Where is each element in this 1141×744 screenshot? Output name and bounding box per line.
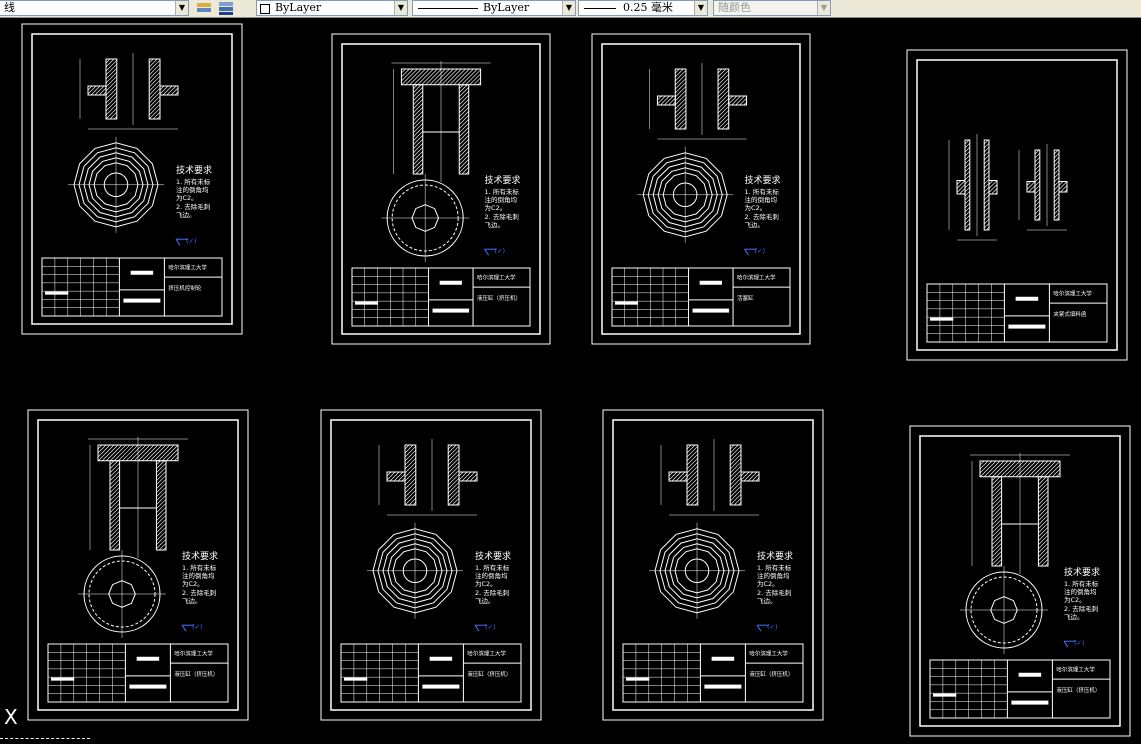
tech-note-line: 2. 去除毛刺 — [176, 202, 210, 211]
tech-note-line: 1. 所有未标 — [475, 563, 510, 572]
tech-requirements-title: 技术要求 — [485, 174, 521, 186]
tech-requirements-title: 技术要求 — [745, 174, 781, 186]
title-block: 哈尔滨理工大学液压缸（挤压机） — [351, 267, 531, 327]
drawing-sheet-6[interactable]: 技术要求1. 所有未标注的倒角均为C2。2. 去除毛刺飞边。 (✓) 哈尔滨理工大学… — [320, 409, 542, 721]
drawing-sheet-7[interactable]: 技术要求1. 所有未标注的倒角均为C2。2. 去除毛刺飞边。 (✓) 哈尔滨理工大学… — [602, 409, 824, 721]
tech-note-line: 注的倒角均 — [1064, 587, 1097, 596]
drawing-sheet-4[interactable]: 哈尔滨理工大学夹紧式填料函 — [906, 49, 1128, 361]
roughness-symbol: (✓) — [495, 247, 506, 255]
tech-note-line: 1. 所有未标 — [1064, 579, 1099, 588]
tech-note-line: 2. 去除毛刺 — [757, 588, 791, 597]
title-block: 哈尔滨理工大学液压缸（挤压机） — [929, 659, 1111, 719]
tech-note-line: 飞边。 — [475, 597, 495, 605]
tech-requirements-title: 技术要求 — [182, 550, 218, 562]
tech-note-line: 注的倒角均 — [176, 185, 209, 194]
title-block: 哈尔滨理工大学挤压机控制轮 — [41, 257, 223, 317]
school-name: 哈尔滨理工大学 — [467, 650, 506, 658]
tech-note-line: 1. 所有未标 — [757, 563, 792, 572]
tech-note-line: 注的倒角均 — [182, 571, 215, 580]
tech-requirements-title: 技术要求 — [176, 164, 212, 176]
part-name: 液压缸（挤压机） — [467, 670, 511, 678]
title-block: 哈尔滨理工大学夹紧式填料函 — [926, 283, 1108, 343]
school-name: 哈尔滨理工大学 — [1053, 290, 1092, 298]
drawing-sheet-3[interactable]: 技术要求1. 所有未标注的倒角均为C2。2. 去除毛刺飞边。 (✓) 哈尔滨理工大学… — [591, 33, 811, 345]
roughness-symbol: (✓) — [767, 623, 778, 631]
school-name: 哈尔滨理工大学 — [737, 274, 776, 282]
tech-note-line: 为C2。 — [1064, 595, 1086, 604]
title-block: 哈尔滨理工大学活塞缸 — [611, 267, 791, 327]
tech-note-line: 为C2。 — [182, 579, 204, 588]
roughness-symbol: (✓) — [186, 237, 197, 245]
school-name: 哈尔滨理工大学 — [174, 650, 213, 658]
tech-note-line: 注的倒角均 — [745, 195, 778, 204]
part-name: 夹紧式填料函 — [1053, 310, 1087, 318]
school-name: 哈尔滨理工大学 — [749, 650, 788, 658]
tech-note-line: 2. 去除毛刺 — [1064, 604, 1098, 613]
title-block: 哈尔滨理工大学液压缸（挤压机） — [622, 643, 804, 703]
part-name: 挤压机控制轮 — [168, 284, 202, 292]
tech-requirements-title: 技术要求 — [475, 550, 511, 562]
tech-note-line: 2. 去除毛刺 — [485, 212, 519, 221]
tech-note-line: 为C2。 — [757, 579, 779, 588]
part-name: 液压缸（挤压机） — [174, 670, 218, 678]
tech-note-line: 飞边。 — [485, 221, 505, 229]
school-name: 哈尔滨理工大学 — [168, 264, 207, 272]
tech-note-line: 1. 所有未标 — [182, 563, 217, 572]
tech-note-line: 飞边。 — [1064, 613, 1084, 621]
tech-note-line: 为C2。 — [485, 203, 507, 212]
roughness-symbol: (✓) — [755, 247, 766, 255]
roughness-symbol: (✓) — [1074, 639, 1085, 647]
tech-note-line: 飞边。 — [176, 211, 196, 219]
tech-note-line: 注的倒角均 — [757, 571, 790, 580]
tech-note-line: 1. 所有未标 — [745, 187, 780, 196]
drawing-canvas[interactable]: 技术要求1. 所有未标注的倒角均为C2。2. 去除毛刺飞边。(✓)哈尔滨理工大学… — [0, 0, 1141, 743]
part-name: 液压缸（挤压机） — [477, 294, 521, 302]
title-block: 哈尔滨理工大学液压缸（挤压机） — [47, 643, 229, 703]
tech-note-line: 注的倒角均 — [485, 195, 518, 204]
roughness-symbol: (✓) — [485, 623, 496, 631]
tech-note-line: 2. 去除毛刺 — [745, 212, 779, 221]
part-name: 活塞缸 — [737, 294, 754, 302]
ucs-axis-label: X — [4, 705, 18, 729]
tech-note-line: 为C2。 — [475, 579, 497, 588]
drawing-sheet-1[interactable]: 技术要求1. 所有未标注的倒角均为C2。2. 去除毛刺飞边。 (✓) 哈尔滨理工大学… — [21, 23, 243, 335]
drawing-sheet-8[interactable]: 技术要求1. 所有未标注的倒角均为C2。2. 去除毛刺飞边。 (✓) 哈尔滨理工大学… — [909, 425, 1131, 737]
tech-note-line: 2. 去除毛刺 — [182, 588, 216, 597]
tech-note-line: 飞边。 — [757, 597, 777, 605]
part-name: 液压缸（挤压机） — [749, 670, 793, 678]
tech-note-line: 为C2。 — [745, 203, 767, 212]
tech-requirements-title: 技术要求 — [1064, 566, 1100, 578]
tech-note-line: 飞边。 — [745, 221, 765, 229]
tech-note-line: 注的倒角均 — [475, 571, 508, 580]
drawing-sheet-2[interactable]: 技术要求1. 所有未标注的倒角均为C2。2. 去除毛刺飞边。 (✓) 哈尔滨理工大学… — [331, 33, 551, 345]
tech-note-line: 2. 去除毛刺 — [475, 588, 509, 597]
ucs-axis-line — [0, 738, 90, 744]
tech-note-line: 飞边。 — [182, 597, 202, 605]
school-name: 哈尔滨理工大学 — [1056, 666, 1095, 674]
title-block: 哈尔滨理工大学液压缸（挤压机） — [340, 643, 522, 703]
part-name: 液压缸（挤压机） — [1056, 686, 1100, 694]
tech-note-line: 为C2。 — [176, 193, 198, 202]
drawing-sheet-5[interactable]: 技术要求1. 所有未标注的倒角均为C2。2. 去除毛刺飞边。 (✓) 哈尔滨理工大学… — [27, 409, 249, 721]
school-name: 哈尔滨理工大学 — [477, 274, 516, 282]
tech-note-line: 1. 所有未标 — [176, 177, 211, 186]
tech-requirements-title: 技术要求 — [757, 550, 793, 562]
roughness-symbol: (✓) — [192, 623, 203, 631]
tech-note-line: 1. 所有未标 — [485, 187, 520, 196]
